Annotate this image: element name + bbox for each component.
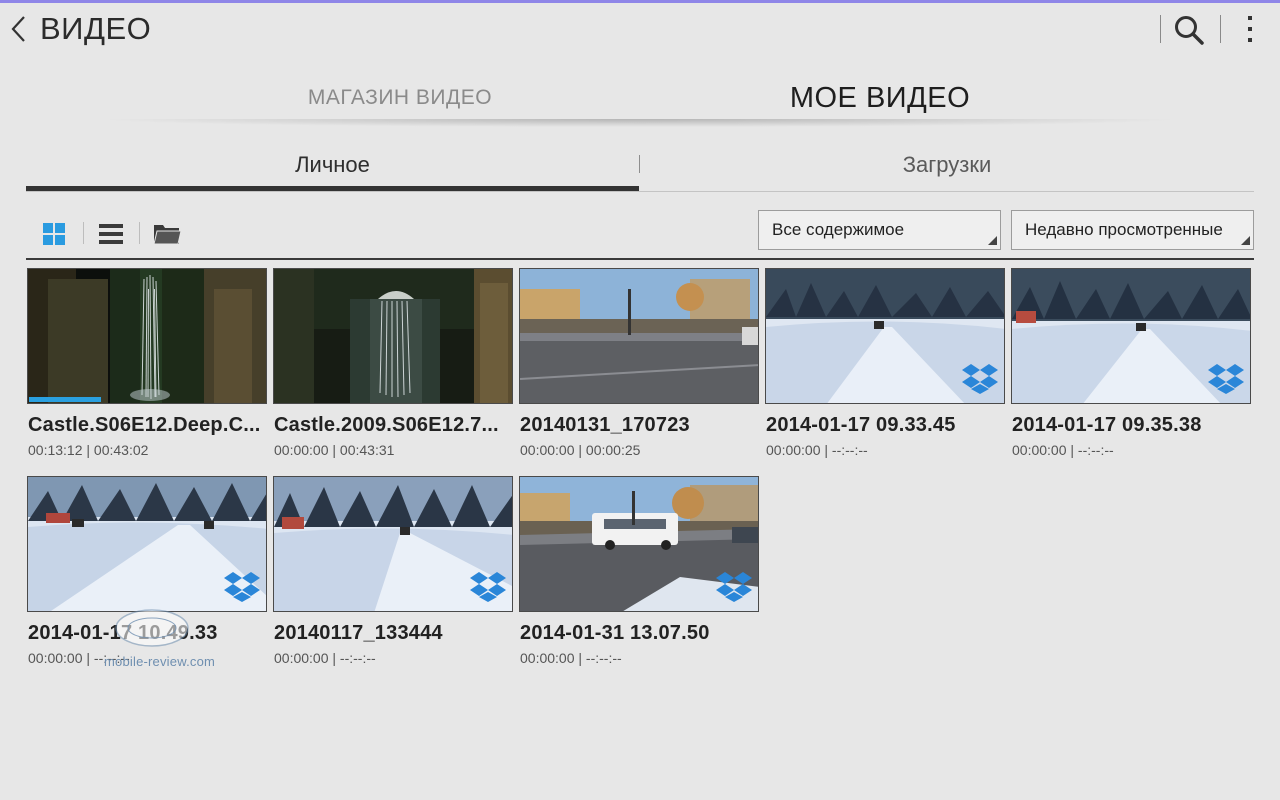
toolbar-divider-line: [26, 258, 1254, 260]
video-time: 00:00:00 | 00:43:31: [274, 442, 395, 458]
tab-personal[interactable]: Личное: [26, 148, 639, 182]
action-bar-divider: [1160, 15, 1161, 43]
toolbar-divider: [139, 222, 140, 244]
dropbox-icon: [1208, 364, 1244, 394]
chevron-left-icon: [11, 16, 25, 42]
action-bar-divider: [1220, 15, 1221, 43]
sub-tab-baseline: [26, 191, 1254, 192]
back-button[interactable]: [6, 11, 34, 47]
video-position: 00:00:00: [766, 442, 821, 458]
watermark-text: mobile-review.com: [104, 654, 216, 669]
dropbox-icon: [224, 572, 260, 602]
video-thumbnail[interactable]: [27, 476, 267, 612]
video-title: 2014-01-17 09.33.45: [766, 414, 956, 436]
tab-downloads[interactable]: Загрузки: [640, 148, 1254, 182]
grid-view-icon: [43, 223, 65, 245]
video-position: 00:00:00: [274, 442, 329, 458]
video-thumbnail[interactable]: [519, 476, 759, 612]
toolbar-divider: [83, 222, 84, 244]
video-position: 00:00:00: [520, 650, 575, 666]
video-title: 2014-01-31 13.07.50: [520, 622, 710, 644]
video-frame: [520, 269, 758, 403]
video-position: 00:00:00: [520, 442, 575, 458]
video-frame: [28, 269, 266, 403]
video-title: Castle.2009.S06E12.7...: [274, 414, 499, 436]
video-thumbnail[interactable]: [273, 268, 513, 404]
dropbox-icon: [962, 364, 998, 394]
tab-video-store[interactable]: МАГАЗИН ВИДЕО: [200, 78, 600, 118]
search-icon: [1175, 16, 1204, 45]
video-position: 00:00:00: [274, 650, 329, 666]
video-duration: 00:43:31: [339, 442, 395, 458]
video-position: 00:13:12: [28, 442, 83, 458]
selected-tab-indicator: [26, 186, 639, 191]
video-duration: 00:00:25: [585, 442, 641, 458]
sort-order-dropdown[interactable]: Недавно просмотренные: [1011, 210, 1254, 250]
video-duration: --:--:--: [831, 442, 868, 458]
content-filter-dropdown[interactable]: Все содержимое: [758, 210, 1001, 250]
tab-shadow-divider: [110, 119, 1170, 127]
sort-order-value: Недавно просмотренные: [1025, 220, 1223, 239]
dropbox-icon: [470, 572, 506, 602]
video-duration: --:--:--: [339, 650, 376, 666]
video-time: 00:13:12 | 00:43:02: [28, 442, 149, 458]
video-thumbnail[interactable]: [765, 268, 1005, 404]
content-filter-value: Все содержимое: [772, 220, 905, 239]
search-button[interactable]: [1172, 13, 1206, 47]
video-time: 00:00:00 | 00:00:25: [520, 442, 641, 458]
dropbox-icon: [716, 572, 752, 602]
overflow-menu-button[interactable]: [1238, 13, 1262, 47]
video-thumbnail[interactable]: [27, 268, 267, 404]
tab-my-video[interactable]: МОЕ ВИДЕО: [680, 78, 1080, 118]
video-title: Castle.S06E12.Deep.C...: [28, 414, 261, 436]
video-position: 00:00:00: [1012, 442, 1067, 458]
dropdown-caret-icon: [988, 236, 997, 245]
video-time: 00:00:00 | --:--:--: [274, 650, 376, 666]
page-title: ВИДЕО: [40, 11, 152, 46]
more-vert-icon: [1248, 16, 1252, 42]
folder-view-icon: [153, 225, 182, 245]
video-thumbnail[interactable]: [1011, 268, 1251, 404]
video-duration: --:--:--: [585, 650, 622, 666]
action-bar: ВИДЕО: [0, 3, 1280, 55]
list-view-button[interactable]: [96, 219, 126, 249]
video-thumbnail[interactable]: [519, 268, 759, 404]
video-time: 00:00:00 | --:--:--: [520, 650, 622, 666]
playback-progress-bar: [29, 397, 101, 402]
video-position: 00:00:00: [28, 650, 83, 666]
video-title: 2014-01-17 09.35.38: [1012, 414, 1202, 436]
grid-view-button[interactable]: [40, 219, 70, 249]
video-duration: 00:43:02: [93, 442, 149, 458]
video-time: 00:00:00 | --:--:--: [1012, 442, 1114, 458]
folder-view-button[interactable]: [152, 219, 182, 249]
video-title: 20140117_133444: [274, 622, 443, 644]
video-time: 00:00:00 | --:--:--: [766, 442, 868, 458]
video-frame: [274, 269, 512, 403]
video-thumbnail[interactable]: [273, 476, 513, 612]
video-title: 20140131_170723: [520, 414, 690, 436]
video-duration: --:--:--: [1077, 442, 1114, 458]
list-view-icon: [99, 224, 123, 244]
dropdown-caret-icon: [1241, 236, 1250, 245]
